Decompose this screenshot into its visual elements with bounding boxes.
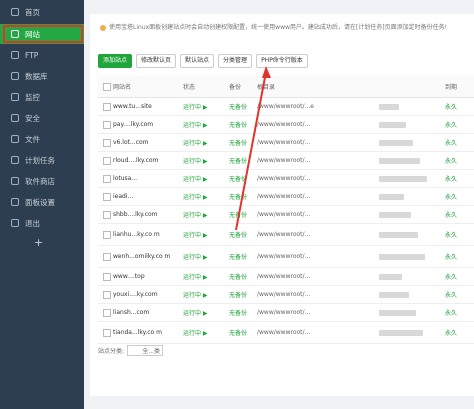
arrow-head — [262, 66, 271, 78]
annotation-arrow — [235, 66, 271, 231]
arrow-line — [235, 71, 267, 231]
